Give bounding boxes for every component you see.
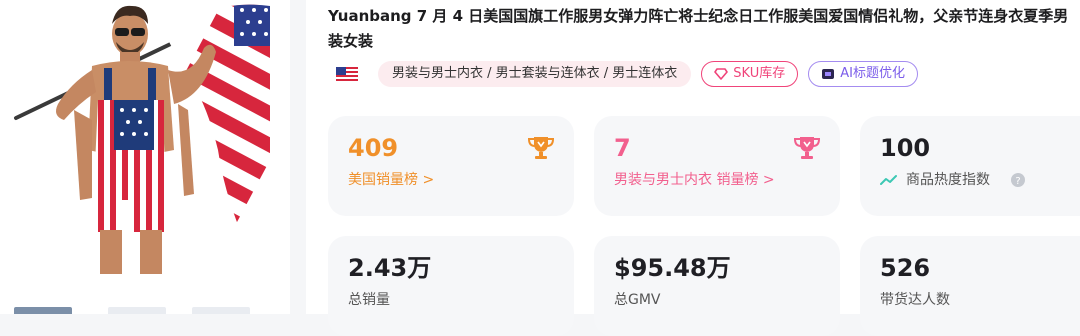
category-path[interactable]: 男装与男士内衣 / 男士套装与连体衣 / 男士连体衣	[378, 61, 692, 87]
product-image-panel	[0, 0, 290, 314]
heat-index-value: 100	[880, 134, 931, 162]
heat-index-card: 100 商品热度指数 ?	[860, 116, 1080, 216]
heat-index-label: 商品热度指数	[906, 172, 990, 188]
sku-stock-label: SKU库存	[733, 66, 786, 81]
country-sales-rank-value: 409	[348, 134, 399, 162]
influencer-count-card: 526 带货达人数	[860, 236, 1080, 336]
total-sales-value: 2.43万	[348, 254, 432, 282]
influencer-count-value: 526	[880, 254, 931, 282]
ai-title-optimize-label: AI标题优化	[840, 66, 905, 81]
total-gmv-value: $95.48万	[614, 254, 731, 282]
meta-row: 男装与男士内衣 / 男士套装与连体衣 / 男士连体衣 SKU库存 AI标题优化	[336, 60, 928, 88]
total-sales-card: 2.43万 总销量	[328, 236, 574, 336]
category-sales-rank-card: 7 男装与男士内衣 销量榜 >	[594, 116, 840, 216]
category-sales-rank-link[interactable]: 男装与男士内衣 销量榜 >	[614, 170, 820, 190]
thumbnail[interactable]	[192, 307, 250, 314]
thumbnail-strip	[14, 307, 274, 314]
svg-text:?: ?	[1015, 176, 1020, 187]
total-gmv-label: 总GMV	[614, 292, 661, 308]
total-gmv-card: $95.48万 总GMV	[594, 236, 840, 336]
help-icon[interactable]: ?	[1010, 172, 1026, 188]
trophy-icon	[793, 137, 821, 159]
influencer-count-label: 带货达人数	[880, 292, 950, 308]
product-image[interactable]	[8, 0, 274, 276]
ai-title-optimize-button[interactable]: AI标题优化	[808, 61, 918, 87]
trophy-icon	[527, 137, 555, 159]
trend-up-icon	[880, 175, 897, 185]
sku-stock-button[interactable]: SKU库存	[701, 61, 799, 87]
diamond-icon	[714, 68, 729, 80]
category-sales-rank-value: 7	[614, 134, 631, 162]
total-sales-label: 总销量	[348, 292, 390, 308]
product-title: Yuanbang 7 月 4 日美国国旗工作服男女弹力阵亡将士纪念日工作服美国爱…	[328, 7, 1069, 50]
us-flag-icon	[336, 67, 358, 81]
ai-icon	[822, 69, 835, 79]
country-sales-rank-link[interactable]: 美国销量榜 >	[348, 170, 554, 190]
country-sales-rank-card: 409 美国销量榜 >	[328, 116, 574, 216]
thumbnail[interactable]	[108, 307, 166, 314]
product-photo	[14, 4, 270, 274]
heat-index-label-row: 商品热度指数 ?	[880, 170, 1060, 190]
thumbnail[interactable]	[14, 307, 72, 314]
product-info-panel: Yuanbang 7 月 4 日美国国旗工作服男女弹力阵亡将士纪念日工作服美国爱…	[306, 0, 1080, 336]
